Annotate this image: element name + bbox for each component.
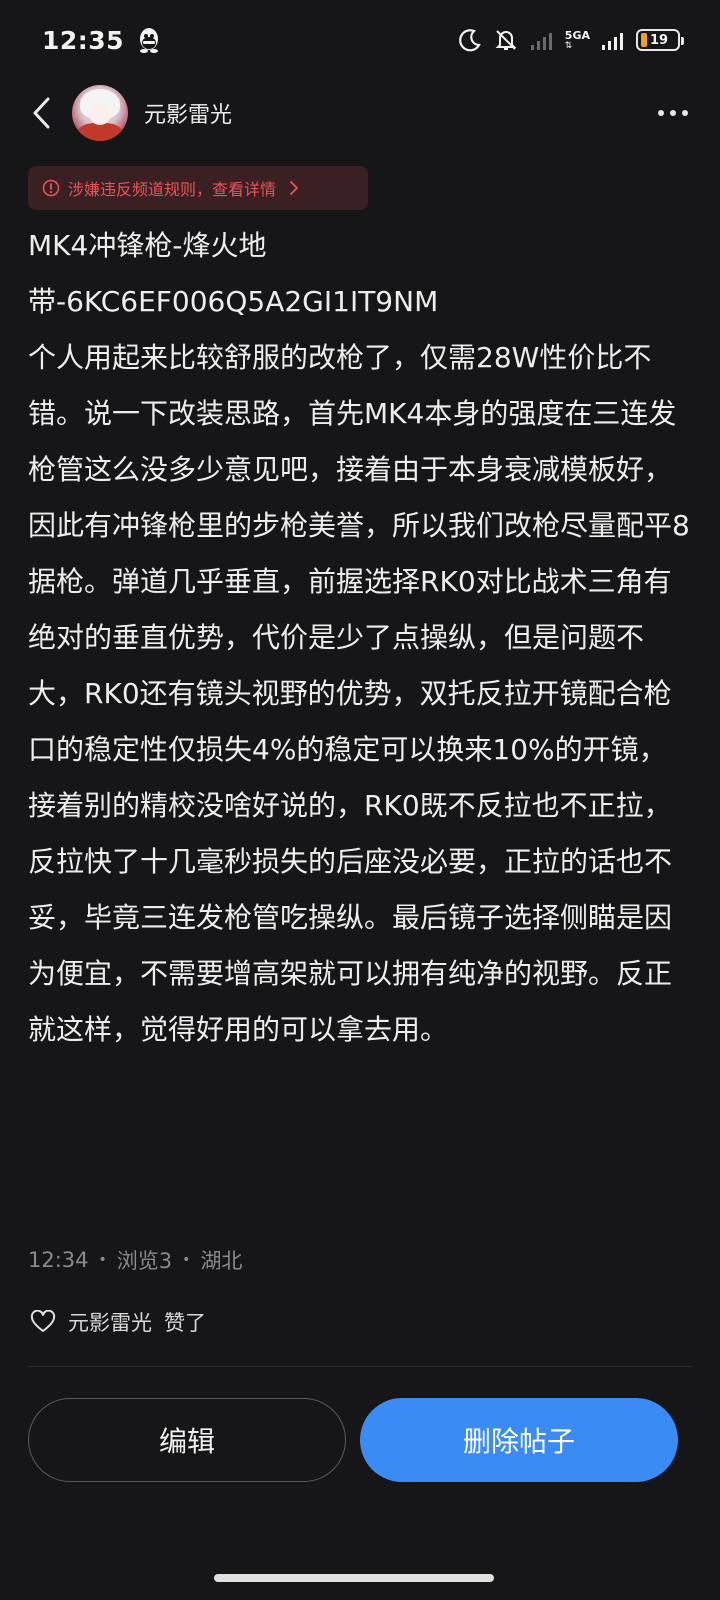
divider bbox=[28, 1366, 692, 1367]
edit-button[interactable]: 编辑 bbox=[28, 1398, 346, 1482]
network-label: 5GA bbox=[564, 28, 590, 42]
author-avatar[interactable] bbox=[72, 85, 128, 141]
like-action: 赞了 bbox=[164, 1311, 206, 1335]
signal-weak-icon bbox=[530, 33, 552, 50]
status-right: 5GA ⇅ 19 bbox=[457, 27, 684, 53]
data-arrows-icon: ⇅ bbox=[564, 40, 573, 51]
network-block: 5GA ⇅ bbox=[565, 30, 590, 51]
more-dots-icon bbox=[670, 110, 676, 116]
more-dots-icon bbox=[658, 110, 664, 116]
status-bar: 12:35 5GA ⇅ 19 bbox=[0, 0, 720, 80]
more-options-button[interactable] bbox=[656, 100, 690, 126]
status-left: 12:35 bbox=[42, 26, 162, 55]
avatar-face bbox=[89, 103, 111, 125]
like-user: 元影雷光 bbox=[68, 1311, 152, 1335]
more-dots-icon bbox=[682, 110, 688, 116]
home-indicator[interactable] bbox=[214, 1574, 494, 1582]
signal-strong-icon bbox=[602, 33, 623, 50]
battery-icon: 19 bbox=[636, 29, 684, 51]
meta-separator: • bbox=[182, 1252, 191, 1268]
warning-text: 涉嫌违反频道规则，查看详情 bbox=[68, 180, 277, 199]
post-time: 12:34 bbox=[28, 1248, 89, 1272]
post-title-line: 带-6KC6EF006Q5A2GI1IT9NM bbox=[28, 285, 439, 318]
qq-icon bbox=[140, 28, 159, 53]
post-views: 浏览3 bbox=[116, 1249, 173, 1273]
heart-icon bbox=[30, 1310, 56, 1332]
violation-warning-banner[interactable]: 涉嫌违反频道规则，查看详情 bbox=[28, 166, 368, 210]
moon-icon bbox=[458, 29, 481, 52]
post-detail-page: 12:35 5GA ⇅ 19 元影雷光 涉嫌违反频道规则，查看详情 MK4冲锋枪… bbox=[0, 0, 720, 1600]
battery-fill bbox=[641, 33, 647, 47]
likes-row[interactable]: 元影雷光 赞了 bbox=[30, 1302, 206, 1342]
post-title-line: MK4冲锋枪-烽火地 bbox=[28, 229, 267, 262]
post-meta: 12:34 • 浏览3 • 湖北 bbox=[28, 1240, 242, 1280]
chevron-right-icon bbox=[290, 181, 298, 195]
avatar-cloth bbox=[78, 123, 122, 141]
meta-separator: • bbox=[98, 1252, 107, 1268]
battery-level: 19 bbox=[650, 32, 669, 48]
post-body: 个人用起来比较舒服的改枪了，仅需28W性价比不错。说一下改装思路，首先MK4本身… bbox=[28, 341, 690, 1046]
post-title: MK4冲锋枪-烽火地 带-6KC6EF006Q5A2GI1IT9NM bbox=[28, 218, 692, 330]
back-button[interactable] bbox=[30, 93, 58, 133]
post-header: 元影雷光 bbox=[0, 80, 720, 146]
delete-post-button[interactable]: 删除帖子 bbox=[360, 1398, 678, 1482]
post-location: 湖北 bbox=[200, 1249, 243, 1273]
warning-circle-icon bbox=[42, 179, 60, 197]
back-chevron-icon bbox=[33, 97, 50, 129]
bell-off-icon bbox=[495, 30, 517, 50]
status-time: 12:35 bbox=[42, 25, 125, 55]
author-name[interactable]: 元影雷光 bbox=[144, 97, 232, 129]
